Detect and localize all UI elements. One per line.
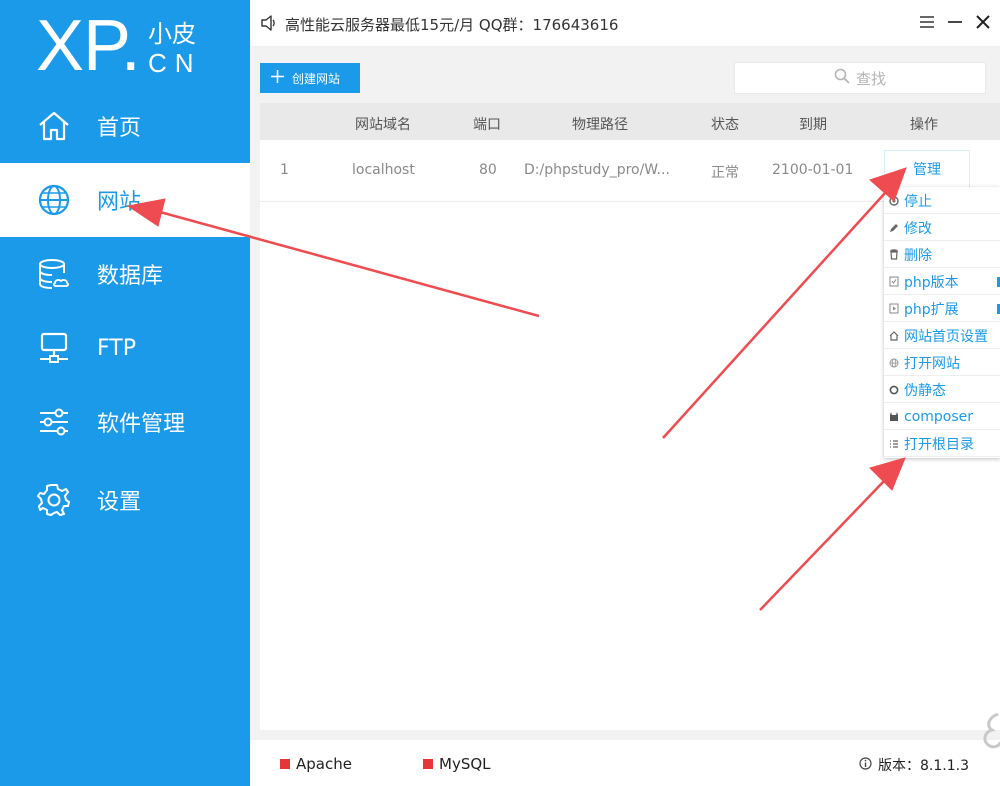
home-small-icon: [884, 330, 904, 341]
stop-icon: [884, 195, 904, 206]
row-expire: 2100-01-01: [772, 162, 854, 178]
minimize-icon: [947, 14, 963, 33]
pencil-icon: [884, 223, 904, 233]
sidebar-item-label: 软件管理: [97, 412, 186, 437]
column-header-action: 操作: [910, 117, 938, 133]
menu-item-label: 伪静态: [904, 382, 946, 399]
globe-icon: [36, 182, 72, 218]
column-header-port: 端口: [473, 117, 501, 133]
version-label: 版本：8.1.1.3: [878, 758, 969, 774]
menu-item-label: 打开根目录: [904, 436, 974, 453]
sidebar-item-label: 设置: [97, 490, 142, 515]
menu-item-homepage-settings[interactable]: 网站首页设置: [884, 323, 1000, 349]
sidebar-item-software[interactable]: 软件管理: [0, 385, 250, 459]
search-icon: [834, 68, 850, 88]
row-domain: localhost: [352, 162, 415, 178]
row-port: 80: [479, 162, 497, 178]
info-icon: [859, 756, 872, 774]
column-header-status: 状态: [711, 117, 739, 133]
home-icon: [36, 108, 72, 144]
minimize-button[interactable]: [944, 12, 966, 34]
column-header-path: 物理路径: [572, 117, 628, 133]
sidebar-item-database[interactable]: 数据库: [0, 237, 250, 311]
service-status-indicator: [280, 759, 290, 769]
sidebar-item-label: 数据库: [97, 264, 164, 289]
manage-dropdown-menu: 停止 修改 删除 php版本 php扩展 网站首页设置 打开网站 伪静态 com…: [884, 187, 1000, 458]
announcement-text[interactable]: 高性能云服务器最低15元/月 QQ群：176643616: [285, 14, 618, 35]
menu-item-label: 删除: [904, 247, 932, 264]
service-name: MySQL: [439, 755, 491, 773]
manage-button[interactable]: 管理: [884, 150, 970, 188]
sidebar-item-label: FTP: [97, 335, 136, 361]
sidebar-item-settings[interactable]: 设置: [0, 463, 250, 537]
search-placeholder: 查找: [855, 69, 886, 88]
menu-item-composer[interactable]: composer: [884, 404, 1000, 430]
hamburger-icon: [919, 14, 935, 33]
row-status: 正常: [711, 165, 739, 181]
menu-item-label: 打开网站: [904, 355, 960, 372]
menu-item-open-root-dir[interactable]: 打开根目录: [884, 431, 1000, 457]
version-info[interactable]: 版本：8.1.1.3: [859, 755, 969, 775]
menu-item-label: composer: [904, 408, 974, 425]
create-website-label: 创建网站: [292, 71, 341, 86]
sidebar-item-ftp[interactable]: FTP: [0, 311, 250, 385]
close-button[interactable]: [972, 12, 994, 34]
menu-item-edit[interactable]: 修改: [884, 215, 1000, 241]
menu-item-pseudo-static[interactable]: 伪静态: [884, 377, 1000, 403]
circle-icon: [884, 385, 904, 395]
sliders-icon: [36, 404, 72, 440]
ftp-server-icon: [36, 330, 72, 366]
row-path: D:/phpstudy_pro/W...: [524, 162, 670, 178]
trash-icon: [884, 249, 904, 260]
corner-decoration: [978, 712, 1000, 756]
sidebar-item-home[interactable]: 首页: [0, 89, 250, 163]
status-footer: Apache MySQL 版本：8.1.1.3: [250, 740, 1000, 786]
service-status-indicator: [423, 759, 433, 769]
menu-item-label: 修改: [904, 220, 932, 237]
menu-item-label: 网站首页设置: [904, 328, 988, 345]
sidebar-item-website[interactable]: 网站: [0, 163, 250, 237]
database-icon: [36, 256, 72, 292]
service-apache[interactable]: Apache: [280, 755, 352, 773]
menu-item-label: 停止: [904, 193, 932, 210]
gear-icon: [36, 482, 72, 518]
menu-item-delete[interactable]: 删除: [884, 242, 1000, 268]
logo-top-text: 小皮: [148, 20, 196, 48]
column-header-domain: 网站域名: [355, 117, 411, 133]
sidebar: XP. 小皮 CN 首页 网站 数据库 FTP 软件管理 设置: [0, 0, 250, 786]
sidebar-item-label: 首页: [97, 116, 142, 141]
sidebar-item-label: 网站: [97, 190, 142, 215]
menu-item-label: php扩展: [904, 301, 959, 318]
create-website-button[interactable]: 创建网站: [260, 63, 360, 93]
logo-bottom-text: CN: [148, 48, 202, 78]
title-bar: 高性能云服务器最低15元/月 QQ群：176643616: [250, 0, 1000, 46]
column-header-expire: 到期: [799, 117, 827, 133]
speaker-icon: [260, 15, 278, 35]
menu-item-php-extension[interactable]: php扩展: [884, 296, 1000, 322]
service-name: Apache: [296, 755, 352, 773]
logo-main-text: XP.: [36, 6, 141, 86]
table-header: 网站域名 端口 物理路径 状态 到期 操作: [260, 103, 1000, 140]
menu-button[interactable]: [916, 12, 938, 34]
menu-item-open-website[interactable]: 打开网站: [884, 350, 1000, 376]
plus-icon: [271, 70, 284, 86]
list-icon: [884, 439, 904, 449]
php-version-icon: [884, 276, 904, 287]
service-mysql[interactable]: MySQL: [423, 755, 491, 773]
search-input[interactable]: 查找: [734, 62, 986, 94]
menu-item-php-version[interactable]: php版本: [884, 269, 1000, 295]
composer-icon: [884, 411, 904, 422]
row-index: 1: [280, 162, 289, 178]
globe-small-icon: [884, 358, 904, 368]
close-icon: [976, 14, 990, 33]
menu-item-stop[interactable]: 停止: [884, 188, 1000, 214]
php-extension-icon: [884, 303, 904, 314]
menu-item-label: php版本: [904, 274, 959, 291]
